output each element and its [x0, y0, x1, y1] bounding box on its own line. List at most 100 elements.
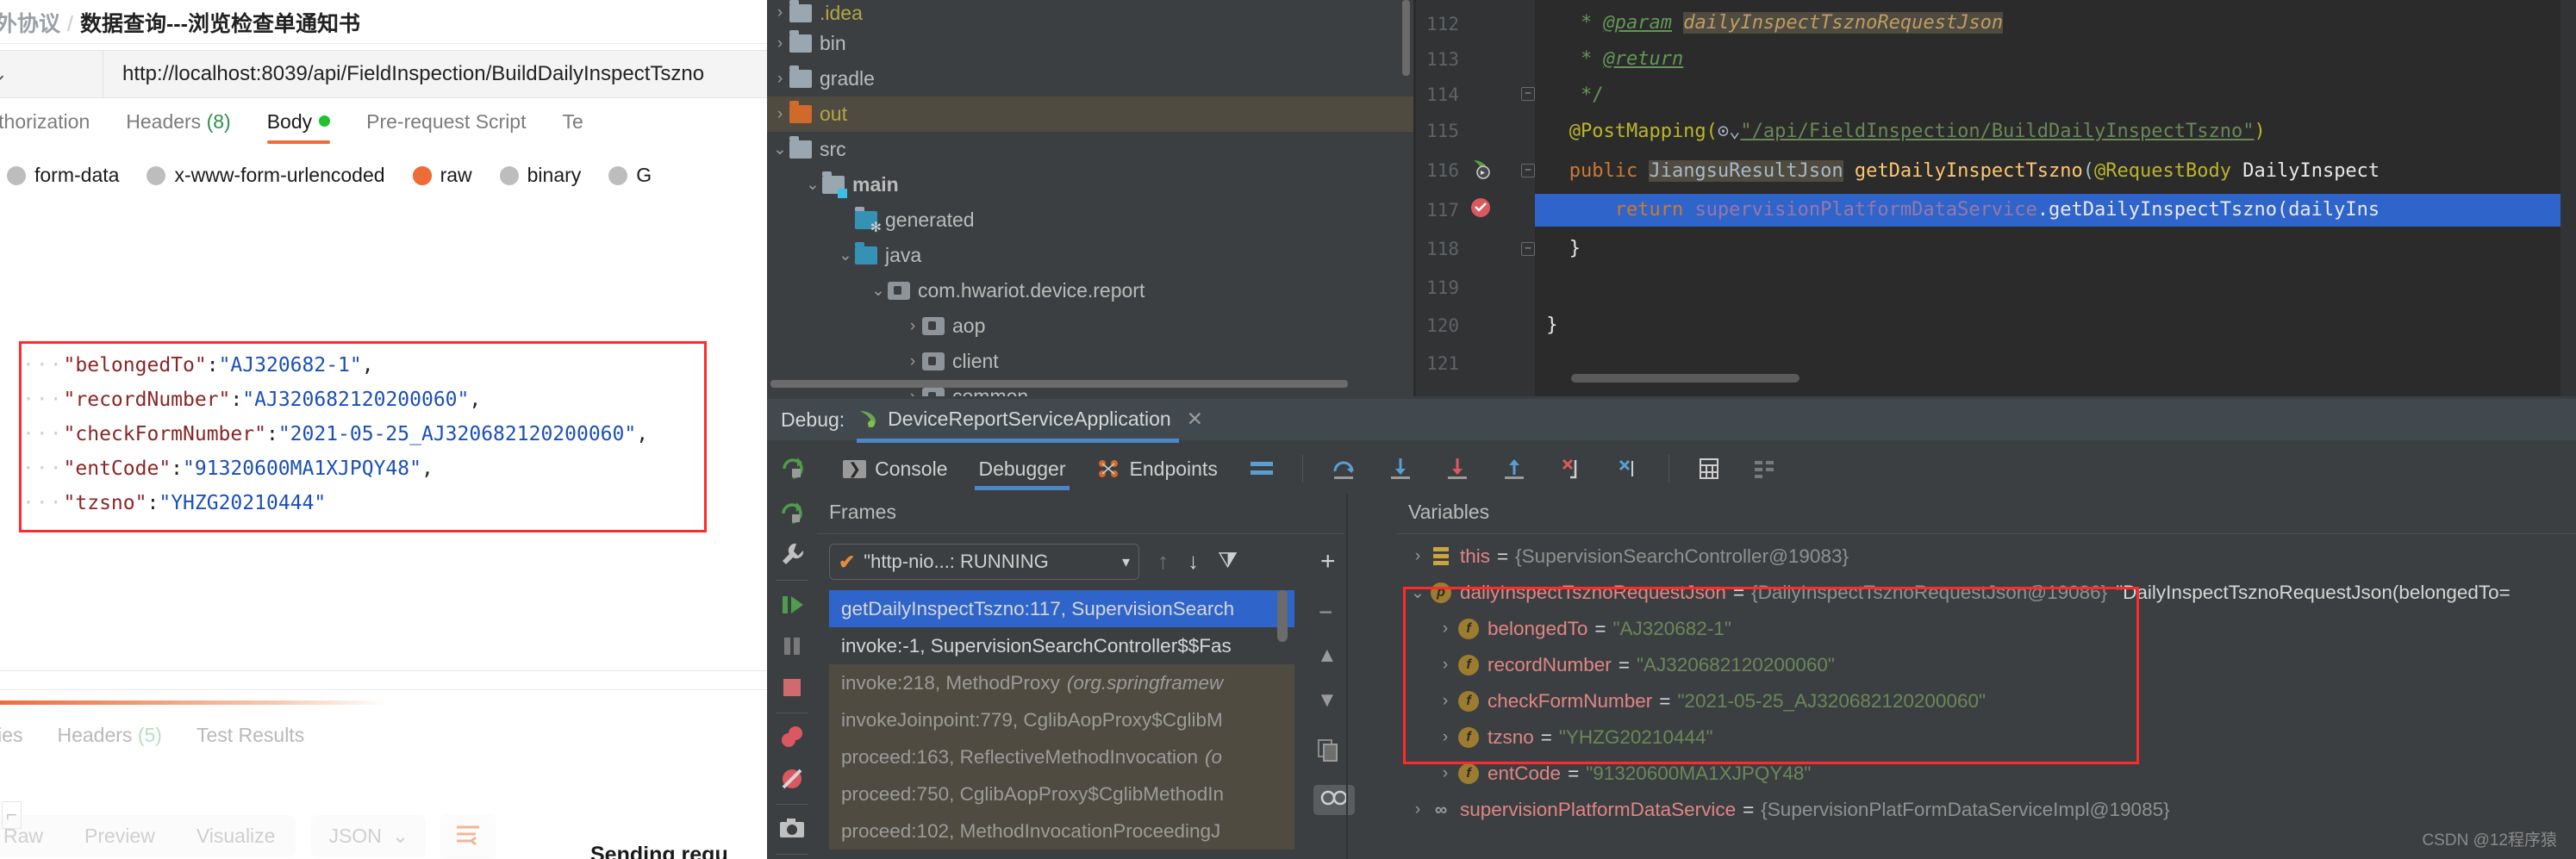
step-over-button[interactable] [1315, 444, 1372, 494]
tree-horizontal-scrollbar[interactable] [770, 380, 1348, 388]
radio-graphql[interactable]: G [608, 164, 652, 187]
view-preview-button[interactable]: Preview [64, 815, 176, 857]
frame-row[interactable]: proceed:750, CglibAopProxy$CglibMethodIn [829, 775, 1294, 812]
json-comma: , [636, 423, 648, 445]
stop-icon[interactable] [777, 673, 807, 702]
mute-breakpoints-icon[interactable] [777, 764, 807, 794]
frame-row[interactable]: invokeJoinpoint:779, CglibAopProxy$Cglib… [829, 701, 1294, 738]
rerun-button[interactable] [767, 454, 819, 483]
run-to-cursor-button[interactable] [1600, 444, 1656, 494]
settings-button[interactable] [1737, 444, 1792, 494]
tab-debugger[interactable]: Debugger [963, 444, 1081, 494]
arrow-down-icon[interactable]: ↓ [1188, 548, 1199, 575]
source-root-folder-icon [855, 246, 877, 265]
tree-item-package-root[interactable]: ⌄ com.hwariot.device.report [767, 273, 1413, 308]
radio-binary[interactable]: binary [500, 164, 582, 187]
watermark-text: CSDN @12程序猿 [2422, 827, 2557, 850]
tab-pre-request-script[interactable]: Pre-request Script [366, 110, 526, 144]
tab-tests[interactable]: Te [563, 110, 583, 144]
fold-marker-icon[interactable]: − [1521, 87, 1535, 101]
force-step-into-button[interactable] [1429, 444, 1486, 494]
view-visualize-button[interactable]: Visualize [176, 815, 296, 857]
method-select[interactable]: ⌄ [0, 50, 103, 98]
radio-raw[interactable]: raw [413, 164, 472, 187]
fold-marker-icon[interactable]: − [1521, 242, 1535, 256]
tab-authorization[interactable]: Authorization [0, 110, 90, 144]
frame-row[interactable]: invoke:218, MethodProxy (org.springframe… [829, 664, 1294, 701]
frames-vertical-scrollbar[interactable] [1277, 590, 1288, 642]
tree-item-java[interactable]: ⌄ java [767, 238, 1413, 273]
variable-row-supervisionPlatformDataService[interactable]: › ∞ supervisionPlatformDataService = {Su… [1405, 792, 2576, 828]
tree-item-main[interactable]: ⌄ main [767, 167, 1413, 202]
format-select[interactable]: JSON ⌄ [311, 815, 426, 857]
variable-row-this[interactable]: › this = {SupervisionSearchController@19… [1405, 538, 2576, 575]
tab-headers[interactable]: Headers (8) [126, 110, 230, 144]
frame-row[interactable]: proceed:102, MethodInvocationProceedingJ [829, 812, 1294, 850]
thread-selector[interactable]: ✔ "http-nio...: RUNNING ▾ [829, 544, 1139, 580]
json-line: ···"belongedTo":"AJ320682-1", [22, 348, 764, 383]
tab-console[interactable]: ❯ Console [827, 444, 963, 494]
tree-item-aop[interactable]: › aop [767, 308, 1413, 344]
watches-icon[interactable] [1313, 785, 1355, 815]
folder-icon [789, 140, 812, 159]
layout-button[interactable] [1233, 444, 1290, 494]
tree-item-label: aop [952, 314, 985, 338]
frame-row[interactable]: invoke:-1, SupervisionSearchController$$… [829, 627, 1294, 664]
radio-dot-icon [147, 166, 165, 185]
resume-icon[interactable] [777, 590, 807, 619]
indent-dots: ··· [22, 423, 64, 445]
tab-cookies[interactable]: ookies [0, 724, 22, 747]
radio-x-www-form-urlencoded[interactable]: x-www-form-urlencoded [147, 164, 384, 187]
tree-item-idea[interactable]: › .idea [767, 0, 1413, 26]
fold-marker-icon[interactable]: − [1521, 164, 1535, 177]
filter-icon[interactable]: ⧩ [1218, 547, 1238, 575]
drop-frame-button[interactable] [1543, 444, 1600, 494]
close-icon[interactable]: ✕ [1187, 408, 1203, 431]
run-mapping-icon[interactable] [1469, 158, 1492, 180]
tree-item-bin[interactable]: › bin [767, 26, 1413, 61]
tab-body[interactable]: Body [267, 110, 330, 144]
radio-form-data[interactable]: form-data [7, 164, 119, 187]
frame-row[interactable]: proceed:163, ReflectiveMethodInvocation … [829, 738, 1294, 775]
frame-package: (org.springframew [1060, 672, 1223, 694]
tree-item-gradle[interactable]: › gradle [767, 61, 1413, 96]
chevron-right-icon[interactable]: › [1405, 547, 1431, 566]
tree-vertical-scrollbar[interactable] [1402, 0, 1410, 76]
frame-row[interactable]: Interceptor:55, LogsAop (com.hwariot.dev… [829, 850, 1294, 859]
step-into-button[interactable] [1372, 444, 1429, 494]
view-breakpoints-icon[interactable] [777, 723, 807, 752]
wrap-lines-button[interactable] [440, 814, 496, 858]
move-down-icon[interactable]: ▼ [1317, 688, 1338, 713]
chevron-right-icon[interactable]: › [1432, 764, 1458, 783]
editor-horizontal-scrollbar[interactable] [1571, 374, 1799, 383]
chevron-down-icon: ▾ [1122, 553, 1130, 571]
breakpoint-icon[interactable] [1469, 196, 1492, 219]
code-editor[interactable]: 112 113 114 115 116 117 118 119 120 121 … [1416, 0, 2576, 396]
editor-marker-stripe[interactable] [2560, 0, 2576, 396]
rerun-icon[interactable] [777, 499, 807, 528]
frame-row[interactable]: getDailyInspectTszno:117, SupervisionSea… [829, 590, 1294, 627]
arrow-up-icon[interactable]: ↑ [1157, 548, 1169, 575]
tree-item-generated[interactable]: generated [767, 202, 1413, 238]
tree-item-client[interactable]: › client [767, 344, 1413, 379]
debug-session-tab[interactable]: DeviceReportServiceApplication ✕ [857, 408, 1203, 433]
screenshot-icon[interactable] [777, 814, 807, 843]
tab-response-headers[interactable]: Headers (5) [57, 724, 161, 747]
move-up-icon[interactable]: ▲ [1317, 644, 1338, 668]
chevron-right-icon[interactable]: › [1405, 800, 1431, 819]
tree-item-out[interactable]: › out [767, 96, 1413, 132]
step-out-button[interactable] [1486, 444, 1543, 494]
variables-annotation-box [1403, 587, 2139, 764]
pause-icon[interactable] [777, 632, 807, 661]
tab-test-results[interactable]: Test Results [196, 724, 304, 747]
remove-watch-icon[interactable]: − [1319, 599, 1332, 626]
add-watch-icon[interactable]: + [1320, 547, 1336, 576]
tree-item-src[interactable]: ⌄ src [767, 132, 1413, 167]
request-body-json[interactable]: ···"belongedTo":"AJ320682-1", ···"record… [22, 348, 764, 520]
settings-wrench-icon[interactable] [777, 540, 807, 570]
copy-icon[interactable] [1317, 738, 1339, 767]
breadcrumb-parent[interactable]: 对外协议 [0, 12, 60, 36]
evaluate-expression-button[interactable] [1681, 444, 1737, 494]
tab-endpoints[interactable]: Endpoints [1082, 444, 1233, 494]
url-input[interactable]: http://localhost:8039/api/FieldInspectio… [103, 62, 776, 86]
